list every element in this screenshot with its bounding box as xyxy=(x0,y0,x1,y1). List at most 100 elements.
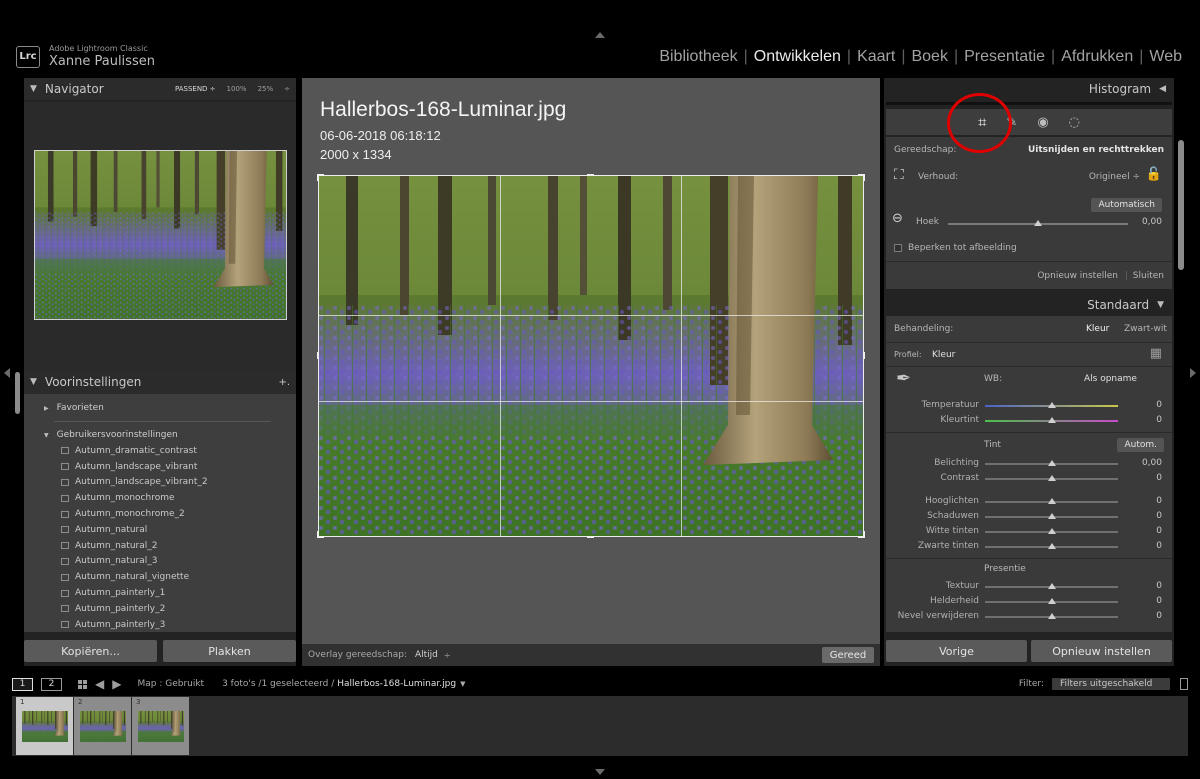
expand-triangle-icon[interactable]: ▶ xyxy=(44,405,49,412)
forward-arrow-icon[interactable]: ▶ xyxy=(112,677,121,691)
module-book[interactable]: Boek xyxy=(905,48,953,66)
crop-handle-bottom-right[interactable] xyxy=(858,531,865,538)
right-panel-scrollbar[interactable] xyxy=(1178,140,1184,270)
left-panel-toggle-arrow[interactable] xyxy=(4,368,10,378)
collapse-triangle-icon[interactable]: ▼ xyxy=(1157,300,1164,310)
crop-handle-bottom[interactable] xyxy=(587,531,594,538)
lock-icon[interactable]: 🔓 xyxy=(1146,167,1162,182)
aspect-crop-icon[interactable]: ⛶ xyxy=(894,167,904,183)
right-panel-toggle-arrow[interactable] xyxy=(1190,368,1196,378)
preset-item[interactable]: Autumn_natural_3 xyxy=(24,554,296,570)
filmstrip-current-file[interactable]: Hallerbos-168-Luminar.jpg xyxy=(337,679,456,689)
slider-texture[interactable]: Textuur 0 xyxy=(886,578,1172,593)
navigator-header[interactable]: ▼ Navigator PASSEND ÷ 100% 25% ÷ xyxy=(24,78,296,100)
slider-temperature[interactable]: Temperatuur 0 xyxy=(886,397,1172,412)
dropdown-arrows-icon[interactable]: ÷ xyxy=(444,651,451,660)
reset-button[interactable]: Opnieuw instellen xyxy=(1031,640,1172,662)
paste-settings-button[interactable]: Plakken xyxy=(163,640,296,662)
preset-folder-favorites[interactable]: ▶ Favorieten xyxy=(24,400,296,416)
filter-lock-icon[interactable] xyxy=(1180,678,1188,690)
filter-select[interactable]: Filters uitgeschakeld xyxy=(1052,678,1170,690)
navigator-thumbnail[interactable] xyxy=(34,150,287,320)
back-arrow-icon[interactable]: ◀ xyxy=(95,677,104,691)
filmstrip-thumb[interactable]: 3 xyxy=(132,697,189,755)
preset-item[interactable]: Autumn_landscape_vibrant xyxy=(24,459,296,475)
filmstrip-thumb[interactable]: 1 xyxy=(16,697,73,755)
profile-browser-icon[interactable]: ▦ xyxy=(1150,346,1162,361)
auto-straighten-button[interactable]: Automatisch xyxy=(1091,198,1162,212)
chevron-down-icon[interactable]: ▼ xyxy=(460,680,465,688)
module-library[interactable]: Bibliotheek xyxy=(653,48,743,66)
preset-item[interactable]: Autumn_landscape_vibrant_2 xyxy=(24,475,296,491)
collapse-triangle-icon[interactable]: ▼ xyxy=(30,377,37,387)
module-print[interactable]: Afdrukken xyxy=(1055,48,1139,66)
treatment-bw[interactable]: Zwart-wit xyxy=(1124,324,1167,334)
grid-view-icon[interactable] xyxy=(78,679,87,689)
navigator-preview[interactable] xyxy=(24,102,296,394)
slider-clarity[interactable]: Helderheid 0 xyxy=(886,593,1172,608)
preset-item[interactable]: Autumn_painterly_1 xyxy=(24,585,296,601)
done-button[interactable]: Gereed xyxy=(822,647,874,663)
slider-blacks[interactable]: Zwarte tinten 0 xyxy=(886,538,1172,553)
angle-value[interactable]: 0,00 xyxy=(1142,217,1162,227)
crop-reset-button[interactable]: Opnieuw instellen xyxy=(1037,271,1118,281)
previous-button[interactable]: Vorige xyxy=(886,640,1027,662)
crop-handle-left[interactable] xyxy=(317,352,324,359)
preset-item[interactable]: Autumn_painterly_2 xyxy=(24,601,296,617)
slider-tint[interactable]: Kleurtint 0 xyxy=(886,412,1172,427)
collapse-triangle-icon[interactable]: ▼ xyxy=(30,84,37,94)
constrain-option[interactable]: Beperken tot afbeelding xyxy=(894,243,1017,253)
preset-item[interactable]: Autumn_natural_2 xyxy=(24,538,296,554)
module-map[interactable]: Kaart xyxy=(851,48,901,66)
filmstrip-thumb[interactable]: 2 xyxy=(74,697,131,755)
preset-item[interactable]: Autumn_natural_vignette xyxy=(24,569,296,585)
module-web[interactable]: Web xyxy=(1143,48,1188,66)
slider-whites[interactable]: Witte tinten 0 xyxy=(886,523,1172,538)
crop-handle-bottom-left[interactable] xyxy=(317,531,324,538)
crop-handle-top-right[interactable] xyxy=(858,174,865,181)
angle-slider-thumb[interactable] xyxy=(1034,220,1042,226)
preset-item[interactable]: Autumn_monochrome xyxy=(24,490,296,506)
slider-highlights[interactable]: Hooglichten 0 xyxy=(886,493,1172,508)
left-panel-scrollbar[interactable] xyxy=(15,372,20,414)
slider-shadows[interactable]: Schaduwen 0 xyxy=(886,508,1172,523)
module-develop[interactable]: Ontwikkelen xyxy=(748,48,847,66)
overlay-tool-select[interactable]: Altijd xyxy=(415,650,438,660)
presets-header[interactable]: ▼ Voorinstellingen +. xyxy=(24,371,296,393)
zoom-25[interactable]: 25% xyxy=(258,85,274,93)
basic-header[interactable]: Standaard ▼ xyxy=(886,294,1172,316)
preset-item[interactable]: Autumn_dramatic_contrast xyxy=(24,443,296,459)
collapse-left-triangle-icon[interactable]: ◀ xyxy=(1159,84,1166,94)
crop-handle-top[interactable] xyxy=(587,174,594,181)
preset-item[interactable]: Autumn_monochrome_2 xyxy=(24,506,296,522)
filmstrip-source[interactable]: Map : Gebruikt xyxy=(137,679,204,689)
slider-contrast[interactable]: Contrast 0 xyxy=(886,470,1172,485)
zoom-100[interactable]: 100% xyxy=(227,85,247,93)
slider-dehaze[interactable]: Nevel verwijderen 0 xyxy=(886,608,1172,623)
preset-item[interactable]: Autumn_natural xyxy=(24,522,296,538)
straighten-level-icon[interactable]: ⊖ xyxy=(892,211,903,226)
masking-icon[interactable]: ◌ xyxy=(1069,115,1080,130)
slider-exposure[interactable]: Belichting 0,00 xyxy=(886,455,1172,470)
crop-handle-top-left[interactable] xyxy=(317,174,324,181)
zoom-fit[interactable]: PASSEND ÷ xyxy=(175,85,216,93)
preset-folder-user[interactable]: ▼ Gebruikersvoorinstellingen xyxy=(24,427,296,443)
constrain-checkbox[interactable] xyxy=(894,243,902,252)
histogram-header[interactable]: Histogram ◀ xyxy=(884,78,1174,100)
top-panel-toggle-arrow[interactable] xyxy=(595,32,605,38)
auto-tone-button[interactable]: Autom. xyxy=(1117,438,1164,452)
secondary-view-button[interactable]: 2 xyxy=(41,677,62,691)
bottom-panel-toggle-arrow[interactable] xyxy=(595,769,605,775)
add-preset-icon[interactable]: +. xyxy=(278,377,290,388)
primary-view-button[interactable]: 1 xyxy=(12,677,33,691)
zoom-more[interactable]: ÷ xyxy=(284,85,290,93)
aspect-select[interactable]: Origineel ÷ xyxy=(1089,172,1140,182)
crop-handle-right[interactable] xyxy=(858,352,865,359)
copy-settings-button[interactable]: Kopiëren... xyxy=(24,640,157,662)
collapse-triangle-icon[interactable]: ▼ xyxy=(44,432,49,439)
module-slideshow[interactable]: Presentatie xyxy=(958,48,1051,66)
crop-frame[interactable] xyxy=(317,174,865,538)
crop-close-button[interactable]: Sluiten xyxy=(1133,271,1164,281)
treatment-color[interactable]: Kleur xyxy=(1086,324,1109,334)
wb-select[interactable]: Als opname xyxy=(1084,374,1137,384)
